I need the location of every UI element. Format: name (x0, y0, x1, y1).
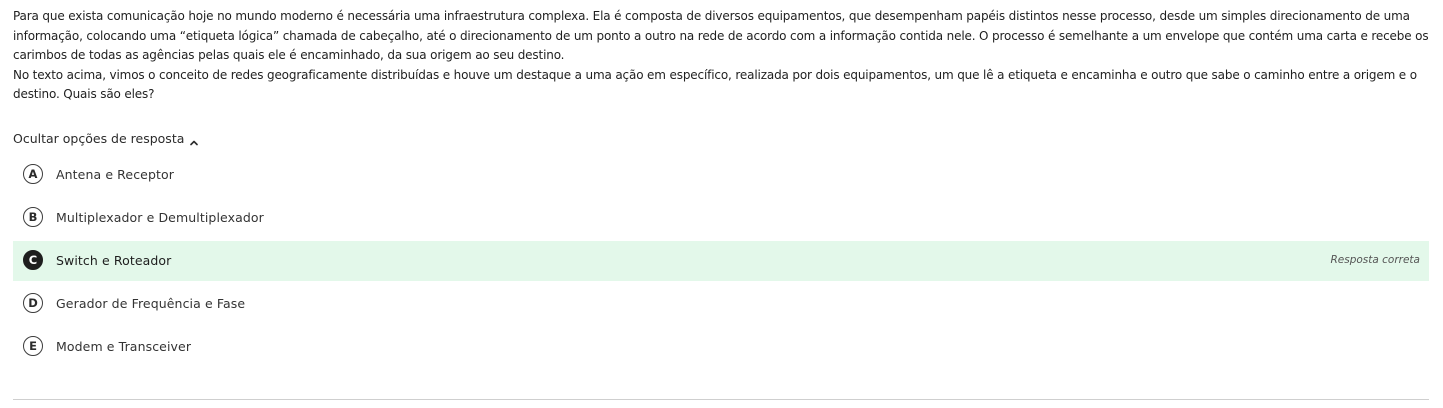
option-letter-c: C (23, 250, 43, 270)
bottom-divider (13, 399, 1429, 400)
option-text-d: Gerador de Frequência e Fase (56, 296, 246, 311)
option-text-c: Switch e Roteador (56, 253, 172, 268)
option-letter-e: E (23, 336, 43, 356)
question-paragraph-context: Para que exista comunicação hoje no mund… (13, 9, 1429, 62)
option-text-a: Antena e Receptor (56, 167, 174, 182)
option-letter-a: A (23, 164, 43, 184)
option-letter-d: D (23, 293, 43, 313)
answer-option-e[interactable]: E Modem e Transceiver (13, 327, 1429, 367)
chevron-up-icon (190, 135, 199, 145)
question-paragraph-prompt: No texto acima, vimos o conceito de rede… (13, 67, 1417, 102)
toggle-answer-options[interactable]: Ocultar opções de resposta (13, 129, 199, 148)
option-text-b: Multiplexador e Demultiplexador (56, 210, 264, 225)
correct-answer-feedback: Resposta correta (1330, 254, 1420, 266)
option-letter-b: B (23, 207, 43, 227)
answer-options-list: A Antena e Receptor B Multiplexador e De… (13, 155, 1429, 370)
answer-option-a[interactable]: A Antena e Receptor (13, 155, 1429, 195)
answer-option-d[interactable]: D Gerador de Frequência e Fase (13, 284, 1429, 324)
question-text: Para que exista comunicação hoje no mund… (13, 7, 1433, 105)
toggle-label: Ocultar opções de resposta (13, 131, 185, 146)
answer-option-b[interactable]: B Multiplexador e Demultiplexador (13, 198, 1429, 238)
answer-option-c[interactable]: C Switch e Roteador Resposta correta (13, 241, 1429, 281)
option-text-e: Modem e Transceiver (56, 339, 192, 354)
